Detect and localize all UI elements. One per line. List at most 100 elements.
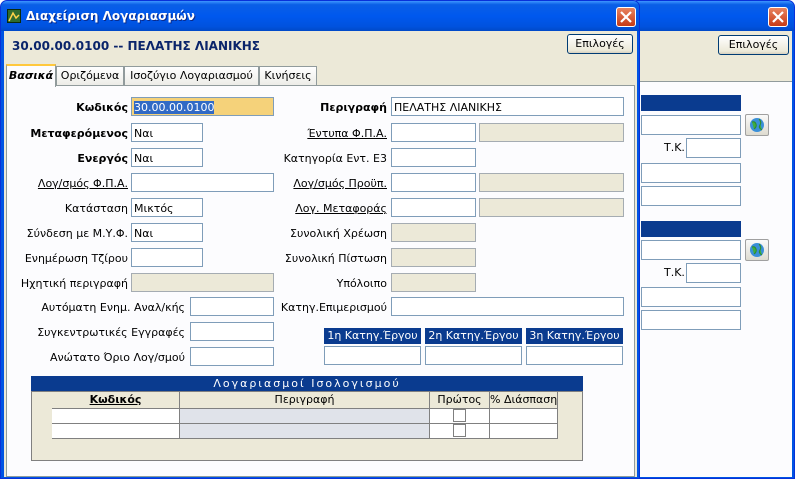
- status-label: Κατάσταση: [64, 202, 128, 215]
- background-section-header: [641, 95, 741, 111]
- max-limit-label: Ανώτατο Όριο Λογ/σμού: [49, 351, 185, 364]
- background-tk-label-1: Τ.Κ.: [664, 141, 685, 154]
- transferable-field[interactable]: Ναι: [131, 123, 203, 142]
- column-header-description[interactable]: Περιγραφή: [180, 392, 430, 409]
- myf-field[interactable]: Ναι: [131, 223, 203, 242]
- transfer-account-label[interactable]: Λογ. Μεταφοράς: [295, 202, 387, 215]
- background-field-2[interactable]: [641, 163, 741, 183]
- allocation-category-field[interactable]: [391, 297, 624, 316]
- tab-defined[interactable]: Οριζόμενα: [56, 66, 124, 86]
- summary-entries-label: Συγκεντρωτικές Εγγραφές: [37, 326, 185, 339]
- background-field-5[interactable]: [641, 287, 741, 307]
- background-options-button[interactable]: Επιλογές: [718, 35, 789, 55]
- balance-accounts-grid: Κωδικός Περιγραφή Πρώτος % Διάσπαση: [31, 391, 583, 461]
- allocation-category-label: Κατηγ.Επιμερισμού: [280, 301, 387, 314]
- background-tk-field-2[interactable]: [686, 263, 741, 283]
- active-label: Ενεργός: [77, 152, 128, 165]
- active-field[interactable]: Ναι: [131, 148, 203, 167]
- total-debit-label: Συνολική Χρέωση: [290, 227, 387, 240]
- code-field[interactable]: 30.00.00.0100: [131, 97, 274, 116]
- background-window-body: Επιλογές Τ.Κ. Τ.Κ.: [634, 31, 792, 477]
- background-window-close-button[interactable]: [768, 7, 788, 27]
- background-globe-button-1[interactable]: [745, 114, 769, 136]
- vat-forms-field[interactable]: [391, 123, 476, 142]
- main-window-close-button[interactable]: [616, 7, 636, 27]
- background-tk-label-2: Τ.Κ.: [664, 266, 685, 279]
- tab-basic[interactable]: Βασικά: [6, 64, 56, 87]
- row-1-first: [430, 409, 490, 424]
- balance-label: Υπόλοιπο: [336, 277, 387, 290]
- row-1-description: [180, 409, 430, 424]
- code-value: 30.00.00.0100: [134, 101, 215, 114]
- column-header-code-text: Κωδικός: [89, 393, 142, 406]
- vat-forms-description: [479, 123, 624, 142]
- turnover-label: Ενημέρωση Τζίρου: [24, 252, 128, 265]
- close-icon: [620, 11, 632, 23]
- column-header-first[interactable]: Πρώτος: [430, 392, 490, 409]
- row-1-code[interactable]: [52, 409, 180, 424]
- background-tk-field-1[interactable]: [686, 138, 741, 158]
- transfer-account-description: [479, 198, 624, 217]
- summary-entries-field[interactable]: [190, 322, 274, 341]
- background-field-6[interactable]: [641, 310, 741, 330]
- auto-analysis-field[interactable]: [190, 297, 274, 316]
- globe-icon: [750, 243, 764, 257]
- job-category-1-header: 1η Κατηγ.Έργου: [324, 328, 421, 344]
- vat-account-label[interactable]: Λογ/σμός Φ.Π.Α.: [38, 177, 128, 190]
- job-category-2-header: 2η Κατηγ.Έργου: [425, 328, 522, 344]
- tab-account-balance[interactable]: Ισοζύγιο Λογαριασμού: [124, 66, 259, 86]
- row-2-code[interactable]: [52, 424, 180, 439]
- e3-category-field[interactable]: [391, 148, 476, 167]
- budget-account-label[interactable]: Λογ/σμός Προϋπ.: [293, 177, 387, 190]
- audio-description-label: Ηχητική περιγραφή: [20, 277, 128, 290]
- column-header-code[interactable]: Κωδικός: [52, 392, 180, 409]
- row-1-first-checkbox[interactable]: [453, 409, 466, 422]
- row-2-first: [430, 424, 490, 439]
- background-field-3[interactable]: [641, 186, 741, 206]
- budget-account-description: [479, 173, 624, 192]
- close-icon: [772, 11, 784, 23]
- background-field-1[interactable]: [641, 115, 741, 135]
- budget-account-field[interactable]: [391, 173, 476, 192]
- row-2-description: [180, 424, 430, 439]
- background-field-4[interactable]: [641, 240, 741, 260]
- globe-icon: [750, 118, 764, 132]
- audio-description-field: [131, 273, 274, 292]
- window-title: Διαχείριση Λογαριασμών: [26, 9, 195, 23]
- options-button[interactable]: Επιλογές: [567, 34, 633, 54]
- description-label: Περιγραφή: [320, 101, 387, 114]
- main-window-titlebar[interactable]: Διαχείριση Λογαριασμών: [1, 1, 639, 31]
- background-globe-button-2[interactable]: [745, 239, 769, 261]
- account-header: 30.00.00.0100 -- ΠΕΛΑΤΗΣ ΛΙΑΝΙΚΗΣ: [12, 39, 260, 53]
- turnover-field[interactable]: [131, 248, 203, 267]
- tab-movements[interactable]: Κινήσεις: [259, 66, 317, 86]
- transferable-label: Μεταφερόμενος: [30, 127, 128, 140]
- vat-forms-label[interactable]: Έντυπα Φ.Π.Α.: [307, 127, 387, 140]
- balance-accounts-header: Λογαριασμοί Ισολογισμού: [31, 376, 583, 391]
- description-field[interactable]: ΠΕΛΑΤΗΣ ΛΙΑΝΙΚΗΣ: [391, 97, 624, 116]
- total-debit-field: [391, 223, 476, 242]
- row-1-split[interactable]: [490, 409, 558, 424]
- auto-analysis-label: Αυτόματη Ενημ. Αναλ/κής: [41, 301, 185, 314]
- app-icon: [7, 9, 21, 23]
- row-2-split[interactable]: [490, 424, 558, 439]
- column-header-split[interactable]: % Διάσπαση: [490, 392, 558, 409]
- myf-label: Σύνδεση με Μ.Υ.Φ.: [26, 227, 128, 240]
- job-category-1-field[interactable]: [324, 346, 421, 365]
- status-field[interactable]: Μικτός: [131, 198, 203, 217]
- balance-field: [391, 273, 476, 292]
- main-window-body: 30.00.00.0100 -- ΠΕΛΑΤΗΣ ΛΙΑΝΙΚΗΣ Επιλογ…: [4, 31, 637, 477]
- total-credit-field: [391, 248, 476, 267]
- job-category-3-field[interactable]: [526, 346, 623, 365]
- max-limit-field[interactable]: [190, 347, 274, 366]
- vat-account-field[interactable]: [131, 173, 274, 192]
- row-2-first-checkbox[interactable]: [453, 424, 466, 437]
- transfer-account-field[interactable]: [391, 198, 476, 217]
- tab-panel-basic: Κωδικός 30.00.00.0100 Μεταφερόμενος Ναι …: [6, 85, 635, 477]
- main-window: Διαχείριση Λογαριασμών 30.00.00.0100 -- …: [0, 0, 640, 479]
- total-credit-label: Συνολική Πίστωση: [284, 252, 387, 265]
- job-category-3-header: 3η Κατηγ.Έργου: [526, 328, 623, 344]
- e3-category-label: Κατηγορία Εντ. Ε3: [283, 152, 387, 165]
- job-category-2-field[interactable]: [425, 346, 522, 365]
- background-section-header-2: [641, 221, 741, 237]
